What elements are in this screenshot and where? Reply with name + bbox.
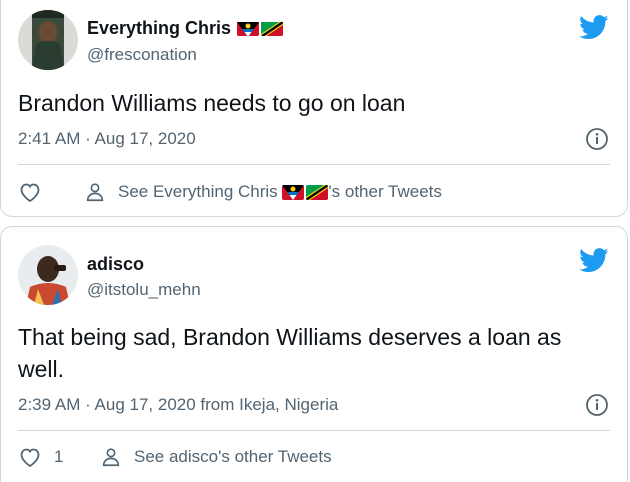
author-name[interactable]: adisco — [87, 254, 144, 275]
antigua-barbuda-flag-icon — [237, 21, 260, 36]
divider — [18, 430, 610, 431]
other-tweets-link[interactable]: See adisco's other Tweets — [134, 447, 332, 467]
info-icon[interactable] — [585, 127, 609, 151]
author-name[interactable]: Everything Chris — [87, 18, 284, 39]
divider — [18, 164, 610, 165]
author-handle[interactable]: @fresconation — [87, 45, 197, 65]
person-icon — [100, 446, 122, 468]
st-kitts-nevis-flag-icon — [306, 184, 329, 200]
avatar[interactable] — [18, 245, 78, 305]
tweet-timestamp[interactable]: 2:39 AM · Aug 17, 2020 from Ikeja, Niger… — [18, 395, 338, 415]
tweet-card[interactable]: adisco @itstolu_mehn That being sad, Bra… — [0, 226, 628, 482]
author-name-text[interactable]: Everything Chris — [87, 18, 231, 39]
other-tweets-suffix: 's other Tweets — [328, 182, 442, 201]
author-name-text[interactable]: adisco — [87, 254, 144, 275]
twitter-bird-icon[interactable] — [579, 248, 609, 273]
avatar[interactable] — [18, 10, 78, 70]
tweet-actions: 1 See adisco's other Tweets — [18, 445, 332, 469]
tweet-card[interactable]: Everything Chris @fresconation Brandon W… — [0, 0, 628, 217]
st-kitts-nevis-flag-icon — [261, 21, 284, 36]
other-tweets-link[interactable]: See Everything Chris 's other Tweets — [118, 182, 442, 202]
other-tweets-prefix: See Everything Chris — [118, 182, 283, 201]
like-count: 1 — [54, 447, 64, 466]
like-heart-icon[interactable] — [18, 180, 42, 204]
info-icon[interactable] — [585, 393, 609, 417]
tweet-text: Brandon Williams needs to go on loan — [18, 90, 406, 116]
tweet-actions: See Everything Chris 's other Tweets — [18, 180, 442, 204]
like-heart-icon[interactable] — [18, 445, 42, 469]
person-icon — [84, 181, 106, 203]
tweet-text: That being sad, Brandon Williams deserve… — [18, 324, 562, 382]
author-handle[interactable]: @itstolu_mehn — [87, 280, 201, 300]
twitter-bird-icon[interactable] — [579, 15, 609, 40]
tweet-timestamp[interactable]: 2:41 AM · Aug 17, 2020 — [18, 129, 196, 149]
antigua-barbuda-flag-icon — [282, 184, 305, 200]
